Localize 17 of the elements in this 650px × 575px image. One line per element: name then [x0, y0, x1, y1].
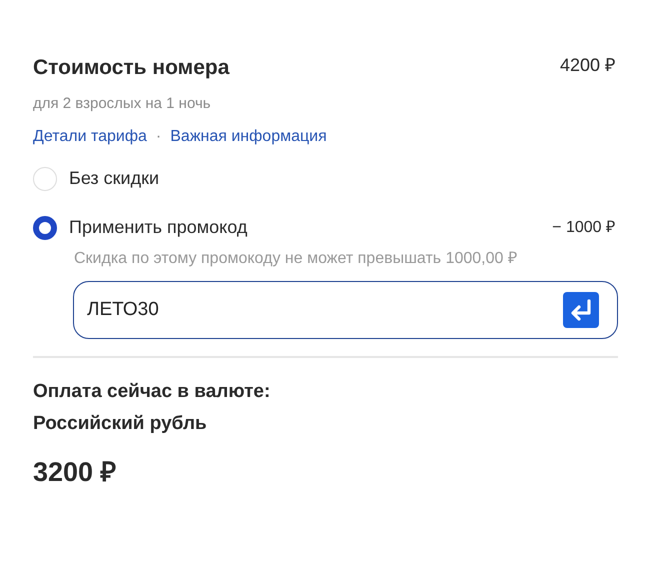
currency-name: Российский рубль — [33, 412, 208, 436]
link-separator: · — [156, 127, 162, 147]
discount-amount: − 1000 ₽ — [552, 218, 615, 238]
enter-icon[interactable] — [563, 292, 599, 328]
promo-code-value: ЛЕТО30 — [87, 298, 159, 322]
option-label: Без скидки — [69, 167, 160, 190]
guests-subtitle: для 2 взрослых на 1 ночь — [33, 94, 212, 114]
radio-button[interactable] — [33, 216, 57, 240]
tariff-link[interactable]: Важная информация — [170, 125, 327, 149]
option-label: Применить промокод — [69, 216, 248, 239]
payment-label: Оплата сейчас в валюте: — [33, 380, 272, 404]
section-title: Стоимость номера — [33, 55, 230, 81]
total-price: 3200 ₽ — [33, 456, 118, 489]
room-price: 4200 ₽ — [560, 54, 615, 77]
promo-code-field[interactable]: ЛЕТО30 — [73, 281, 618, 339]
tariff-link[interactable]: Детали тарифа — [33, 125, 147, 149]
promo-note: Скидка по этому промокоду не может превышать 1000,00 ₽ — [74, 249, 518, 269]
